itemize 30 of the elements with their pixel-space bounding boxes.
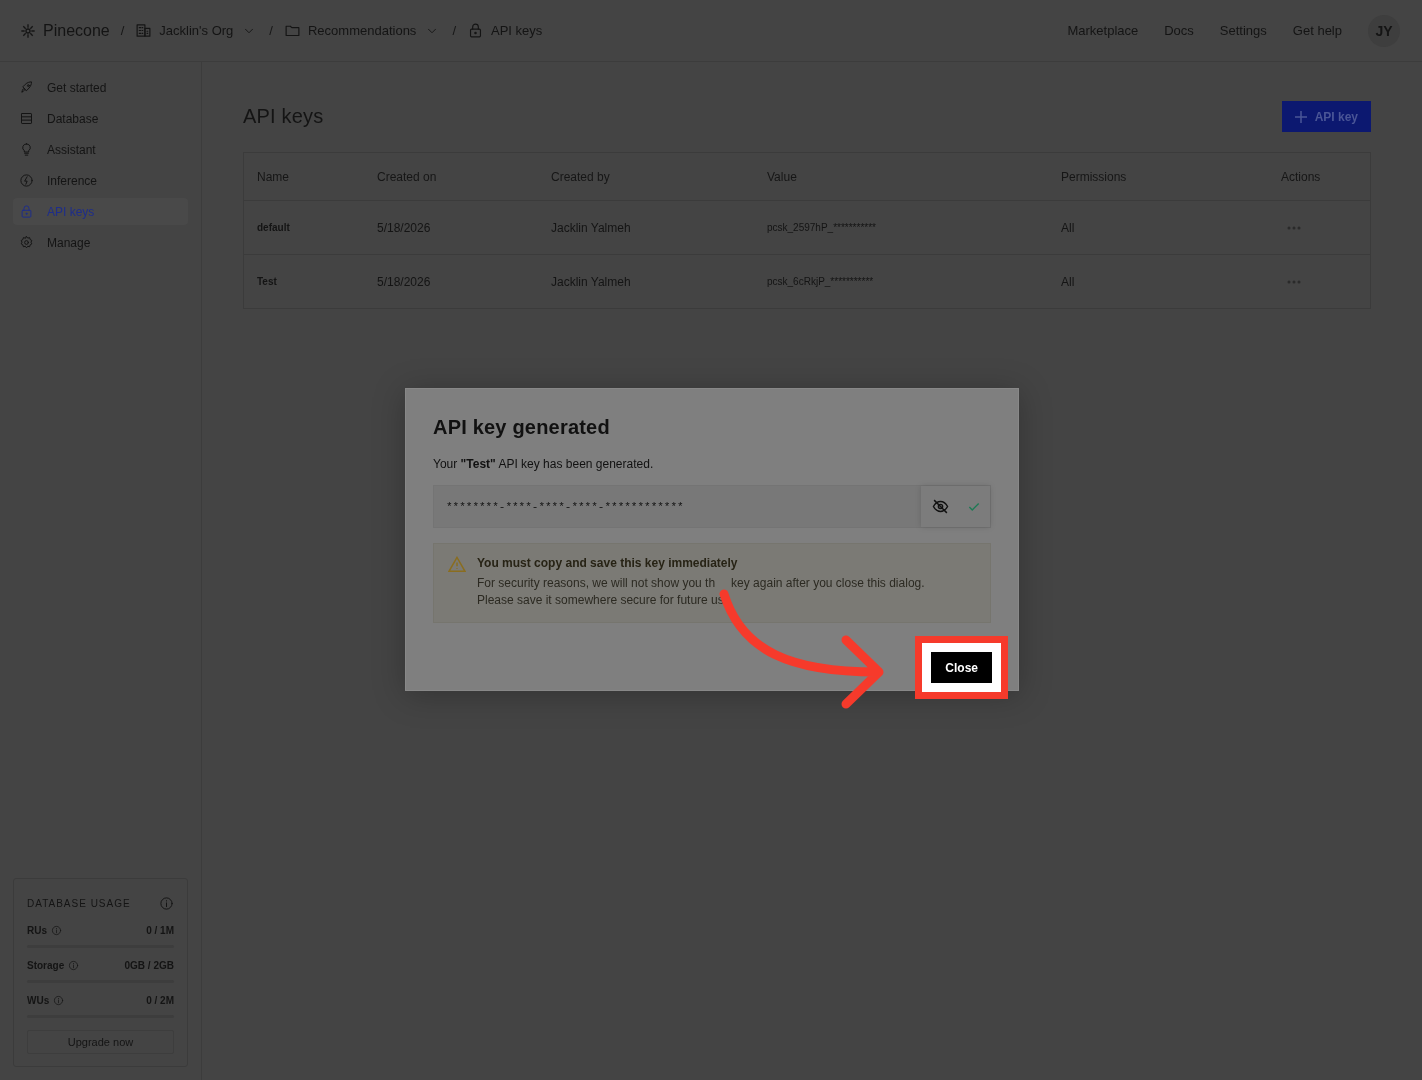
warning-text: key again after you close this dialog.	[731, 576, 925, 590]
more-icon[interactable]	[1287, 279, 1301, 284]
dialog-title: API key generated	[433, 416, 611, 439]
gear-icon	[19, 235, 34, 250]
sidebar-item[interactable]: API keys	[13, 198, 188, 225]
plus-icon	[1294, 110, 1307, 123]
warning-text: For security reasons, we will not show you th	[477, 576, 716, 590]
warning-title: You must copy and save this key immediately	[477, 556, 739, 570]
more-icon[interactable]	[1287, 225, 1301, 230]
bolt-icon	[19, 173, 34, 188]
info-icon	[68, 960, 80, 971]
logo-icon	[20, 22, 36, 39]
lock-icon	[19, 204, 34, 219]
eye-off-icon[interactable]	[932, 498, 949, 515]
building-icon	[135, 22, 153, 39]
lightbulb-icon	[19, 142, 34, 157]
key-field[interactable]: ********-****-****-****-************	[433, 485, 991, 528]
breadcrumb-separator: /	[452, 23, 456, 38]
rocket-icon	[19, 80, 34, 95]
info-icon	[51, 925, 62, 936]
info-icon	[53, 995, 65, 1006]
database-icon	[19, 111, 34, 126]
dialog-message: Your "Test" API key has been generated.	[433, 457, 655, 471]
lock-icon	[467, 22, 484, 39]
breadcrumb-separator: /	[269, 23, 273, 38]
warning-icon	[448, 556, 466, 572]
info-icon	[159, 896, 174, 911]
add-key-button[interactable]: API key	[1281, 101, 1371, 132]
breadcrumb-separator: /	[120, 23, 125, 38]
close-button[interactable]: Close	[931, 652, 992, 683]
